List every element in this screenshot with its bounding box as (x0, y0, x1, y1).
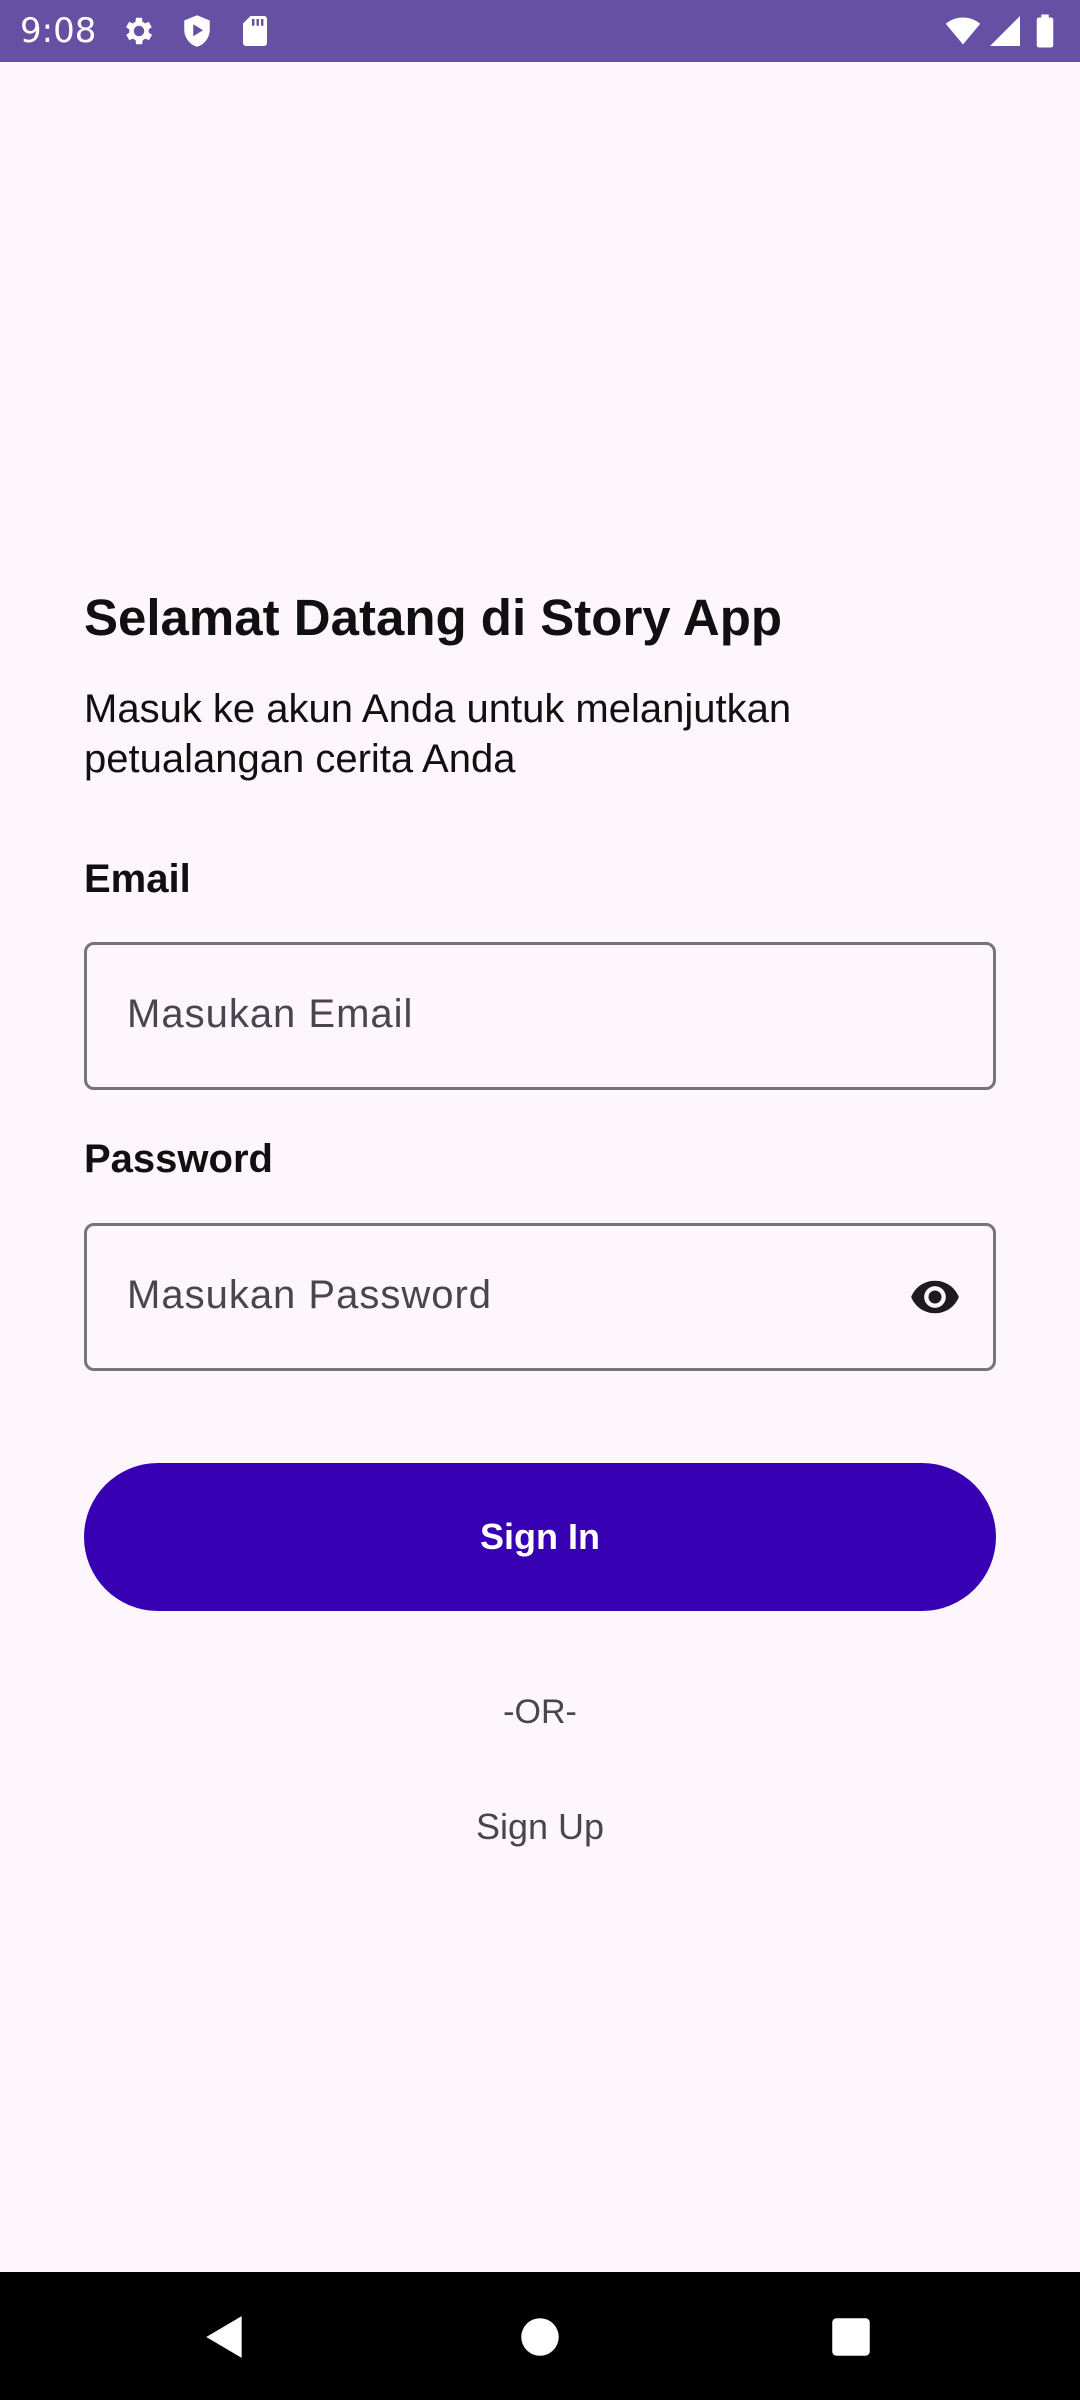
email-label: Email (84, 857, 191, 901)
welcome-subtitle: Masuk ke akun Anda untuk melanjutkan pet… (84, 687, 792, 781)
navigation-bar (0, 2272, 1080, 2400)
battery-icon (1036, 14, 1054, 48)
shield-play-icon (184, 15, 210, 47)
password-placeholder: Masukan Password (127, 1273, 493, 1317)
eye-icon[interactable] (905, 1271, 965, 1323)
email-field[interactable]: Masukan Email (84, 942, 996, 1090)
or-divider: -OR- (503, 1693, 577, 1731)
login-screen: Selamat Datang di Story App Masuk ke aku… (0, 62, 1080, 2272)
status-bar: 9:08 (0, 0, 1080, 62)
password-label: Password (84, 1137, 273, 1181)
signal-icon (990, 16, 1020, 46)
sign-in-button[interactable]: Sign In (84, 1463, 996, 1611)
sign-up-link[interactable]: Sign Up (0, 1804, 1080, 1850)
welcome-title: Selamat Datang di Story App (84, 589, 783, 646)
back-icon[interactable] (200, 2312, 250, 2362)
home-icon[interactable] (515, 2312, 565, 2362)
wifi-icon (945, 17, 981, 45)
email-placeholder: Masukan Email (127, 992, 414, 1036)
status-time: 9:08 (20, 11, 97, 51)
password-field[interactable]: Masukan Password (84, 1223, 996, 1371)
sd-card-icon (243, 16, 267, 46)
gear-icon (126, 17, 153, 45)
recents-icon[interactable] (826, 2312, 876, 2362)
